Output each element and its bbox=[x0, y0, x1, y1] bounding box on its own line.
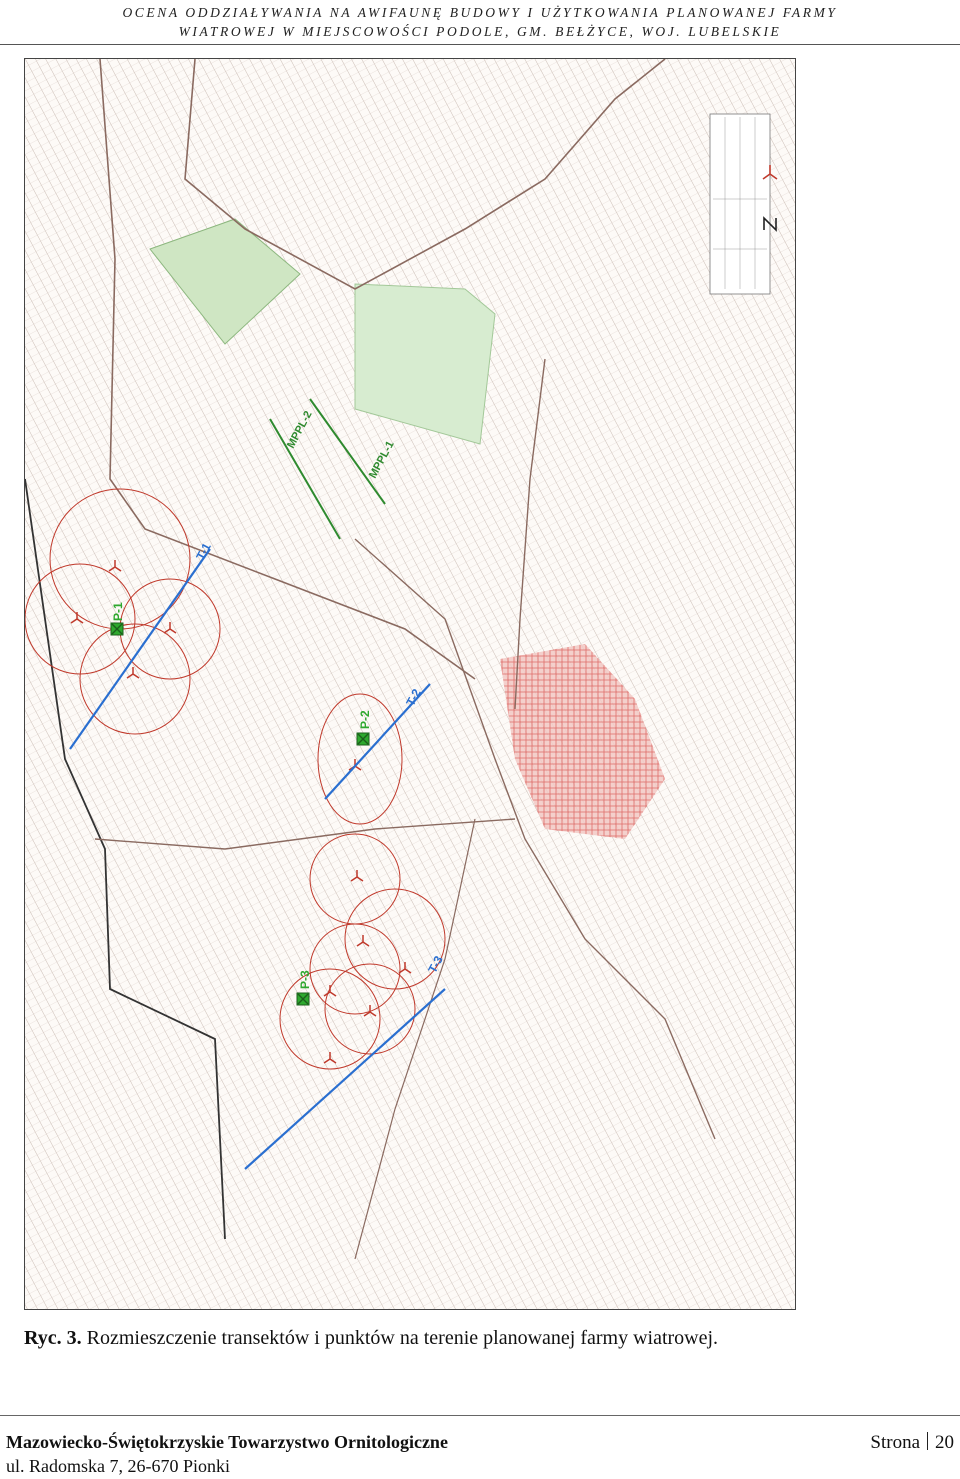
page-number: 20 bbox=[935, 1432, 954, 1453]
point-marker-icon bbox=[296, 992, 310, 1006]
figure-caption: Ryc. 3. Rozmieszczenie transektów i punk… bbox=[24, 1327, 954, 1350]
document-header: OCENA ODDZIAŁYWANIA NA AWIFAUNĘ BUDOWY I… bbox=[0, 0, 960, 45]
point-p3-label: P-3 bbox=[298, 970, 312, 989]
point-marker-icon bbox=[356, 732, 370, 746]
header-title-line-2: WIATROWEJ W MIEJSCOWOŚCI PODOLE, GM. BEŁ… bbox=[178, 24, 782, 39]
map-canvas: MPPL-2 MPPL-1 T-1 T-2 T-3 P-1 P-2 P-3 bbox=[25, 59, 795, 1309]
footer-organization: Mazowiecko-Świętokrzyskie Towarzystwo Or… bbox=[6, 1432, 448, 1452]
page-number-block: Strona 20 bbox=[870, 1432, 954, 1454]
footer-divider bbox=[0, 1415, 960, 1416]
parcel-texture-cross bbox=[25, 59, 795, 1309]
point-marker-icon bbox=[110, 622, 124, 636]
figure-caption-text: Rozmieszczenie transektów i punktów na t… bbox=[86, 1327, 719, 1349]
map-figure: MPPL-2 MPPL-1 T-1 T-2 T-3 P-1 P-2 P-3 bbox=[24, 58, 796, 1310]
figure-number: Ryc. 3. bbox=[24, 1327, 82, 1349]
map-legend bbox=[709, 113, 771, 295]
point-p1-label: P-1 bbox=[111, 602, 125, 621]
page-separator bbox=[927, 1432, 928, 1450]
page-label: Strona bbox=[870, 1432, 920, 1453]
footer-address: ul. Radomska 7, 26-670 Pionki bbox=[6, 1456, 230, 1476]
point-p2-label: P-2 bbox=[358, 710, 372, 729]
header-title-line-1: OCENA ODDZIAŁYWANIA NA AWIFAUNĘ BUDOWY I… bbox=[122, 5, 838, 20]
